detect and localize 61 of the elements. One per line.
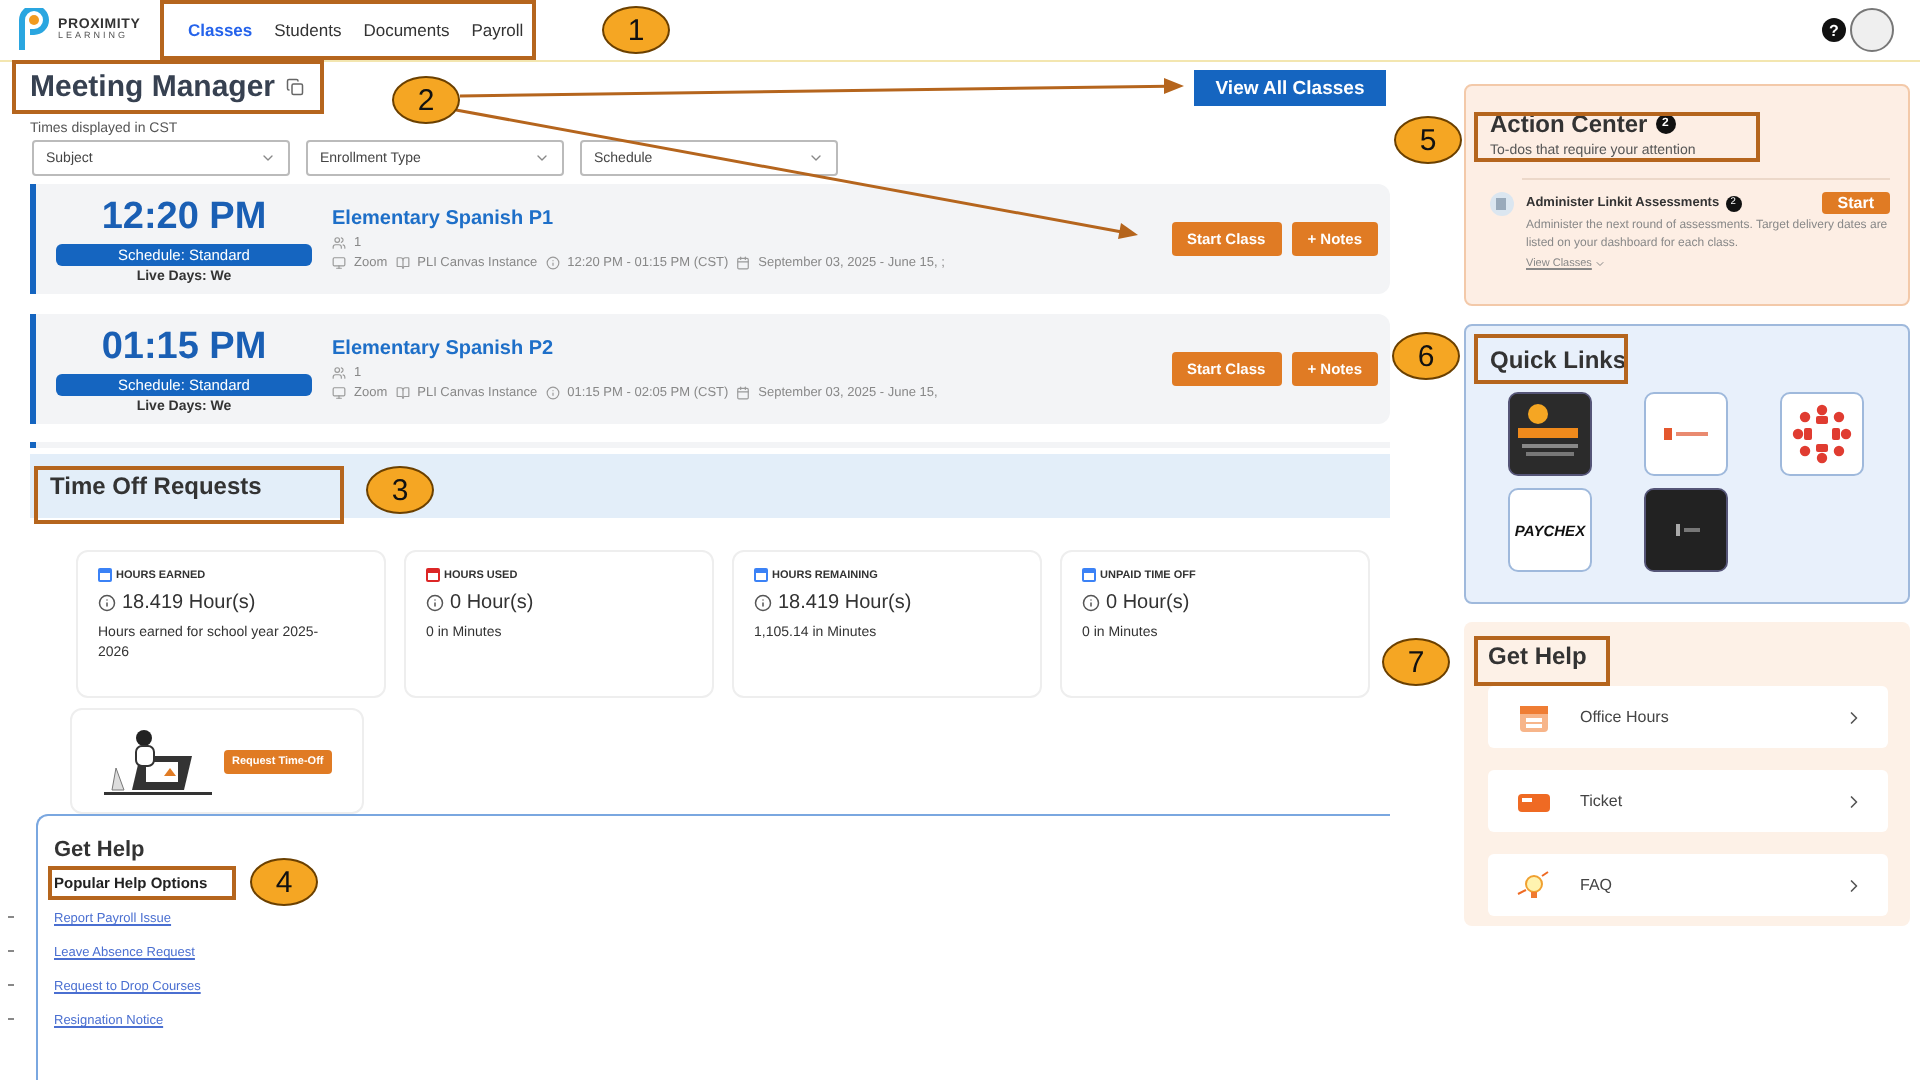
class-time: 01:15 PM <box>101 325 267 369</box>
callout-number: 2 <box>392 76 460 124</box>
book-icon <box>395 256 410 270</box>
document-icon <box>1490 192 1514 216</box>
monitor-icon <box>332 256 346 270</box>
calendar-icon <box>1516 701 1552 733</box>
help-option[interactable]: Ticket <box>1488 770 1888 832</box>
help-title: Get Help <box>54 838 145 862</box>
calendar-icon <box>736 256 751 270</box>
nav-link[interactable]: Classes <box>188 20 253 40</box>
class-time: 12:20 PM <box>101 195 267 239</box>
callout-box <box>1474 636 1610 686</box>
chevron-down-icon <box>534 150 550 166</box>
chevron-down-icon <box>1593 258 1606 270</box>
callout-number: 5 <box>1394 116 1462 164</box>
stat-value: 18.419 Hour(s) <box>122 592 256 614</box>
info-icon <box>754 594 772 612</box>
help-badge[interactable]: ? <box>1822 18 1846 42</box>
card-title: Quick Links <box>1490 346 1627 374</box>
lightbulb-icon <box>1516 869 1552 901</box>
info-icon <box>426 594 444 612</box>
quick-link-tile[interactable] <box>1508 392 1592 476</box>
stat-value: 0 Hour(s) <box>450 592 534 614</box>
logo-icon <box>1646 490 1726 570</box>
copy-icon[interactable] <box>285 78 304 96</box>
help-option[interactable]: Office Hours <box>1488 686 1888 748</box>
quick-link-tile[interactable] <box>1644 488 1728 572</box>
chevron-down-icon <box>260 150 276 166</box>
callout-number: 1 <box>602 6 670 54</box>
stat-value: 18.419 Hour(s) <box>778 592 912 614</box>
callout-number: 4 <box>250 858 318 906</box>
users-icon <box>332 236 346 250</box>
book-icon <box>395 386 410 400</box>
class-title[interactable]: Elementary Spanish P2 <box>332 338 1161 360</box>
monitor-icon <box>332 386 346 400</box>
page-title: Meeting Manager <box>30 70 276 104</box>
start-button[interactable]: Start <box>1821 192 1890 214</box>
help-option[interactable]: FAQ <box>1488 854 1888 916</box>
stat-value: 0 Hour(s) <box>1106 592 1190 614</box>
quick-link-tile[interactable] <box>1644 392 1728 476</box>
nav-link[interactable]: Documents <box>363 20 450 40</box>
info-icon <box>98 594 116 612</box>
callout-number: 6 <box>1392 332 1460 380</box>
class-title[interactable]: Elementary Spanish P1 <box>332 208 1161 230</box>
users-icon <box>332 366 346 380</box>
logo-icon <box>1664 428 1708 440</box>
nav-link[interactable]: Students <box>274 20 342 40</box>
callout-number: 7 <box>1382 638 1450 686</box>
chevron-down-icon <box>808 150 824 166</box>
quick-link-tile[interactable] <box>1780 392 1864 476</box>
view-all-classes-button[interactable]: View All Classes <box>1194 70 1386 106</box>
nav-link[interactable]: Payroll <box>471 20 524 40</box>
avatar[interactable] <box>1850 8 1894 52</box>
canvas-logo-icon <box>1790 402 1854 466</box>
logo-icon <box>1510 394 1590 474</box>
card-title: Get Help <box>1488 642 1587 670</box>
section-title: Time Off Requests <box>50 472 262 500</box>
logo-icon <box>16 8 52 52</box>
card-title: Action Center <box>1490 110 1648 138</box>
info-icon <box>1082 594 1100 612</box>
calendar-icon <box>736 386 751 400</box>
